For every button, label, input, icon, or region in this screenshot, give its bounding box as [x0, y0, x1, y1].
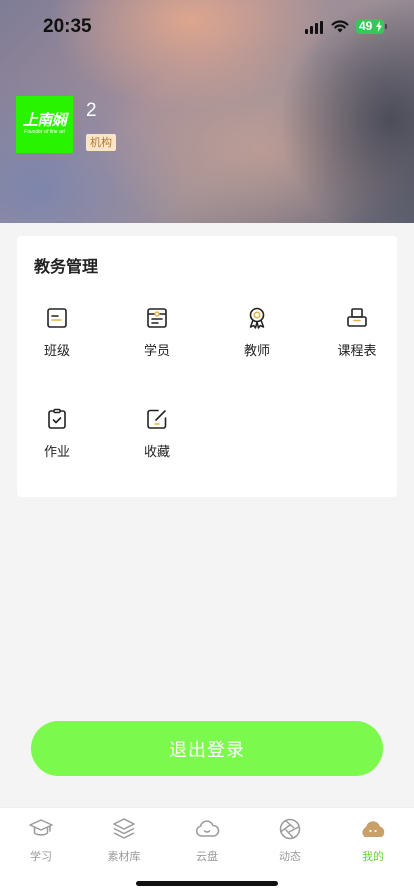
tab-cloud[interactable]: 云盘: [172, 816, 242, 864]
tab-mine[interactable]: 我的: [338, 816, 408, 864]
role-badge: 机构: [86, 134, 116, 151]
battery-indicator: 49: [356, 19, 384, 34]
user-name[interactable]: 2: [86, 100, 97, 122]
menu-item-teacher[interactable]: 教师: [217, 306, 297, 366]
layers-icon: [113, 818, 135, 839]
student-icon: [147, 308, 167, 328]
tab-materials[interactable]: 素材库: [89, 816, 159, 864]
menu-item-student[interactable]: 学员: [117, 306, 197, 366]
logout-button[interactable]: 退出登录: [31, 721, 383, 776]
organization-logo: 上南娴 Founder of fine art: [16, 96, 73, 153]
menu-item-label: 学员: [143, 344, 170, 359]
tab-label: 动态: [279, 850, 301, 863]
battery-tip: [385, 24, 387, 29]
signal-icon: [305, 21, 323, 34]
cloud-icon: [195, 820, 220, 837]
menu-item-label: 教师: [243, 344, 270, 359]
status-bar: 20:35 49: [0, 0, 414, 54]
home-indicator: [136, 881, 278, 886]
menu-item-schedule[interactable]: 课程表: [317, 306, 397, 366]
tab-label: 素材库: [107, 850, 141, 863]
wifi-icon: [331, 20, 349, 33]
tab-study[interactable]: 学习: [6, 816, 76, 864]
battery-level: 49: [359, 19, 373, 33]
card-title: 教务管理: [34, 257, 99, 276]
class-icon: [47, 308, 67, 328]
menu-item-favorite[interactable]: 收藏: [117, 407, 197, 467]
tab-label: 我的: [362, 850, 384, 863]
homework-icon: [48, 408, 66, 429]
menu-item-homework[interactable]: 作业: [17, 407, 97, 467]
menu-item-label: 收藏: [143, 445, 170, 460]
teacher-icon: [249, 307, 265, 329]
academic-management-card: 教务管理 班级 学员 教师 课程表 作业 收藏: [17, 236, 397, 497]
menu-item-label: 班级: [43, 344, 70, 359]
profile-icon: [362, 821, 385, 837]
favorite-icon: [147, 409, 167, 429]
logo-tagline: Founder of fine art: [24, 129, 65, 135]
tab-moments[interactable]: 动态: [255, 816, 325, 864]
menu-item-class[interactable]: 班级: [17, 306, 97, 366]
tab-label: 学习: [30, 850, 52, 863]
menu-item-label: 课程表: [337, 344, 377, 359]
profile-header: 20:35 49 上南娴 Founder of fine art 2 机构: [0, 0, 414, 223]
menu-item-label: 作业: [43, 445, 70, 460]
tab-label: 云盘: [196, 850, 218, 863]
logo-wordmark: 上南娴: [22, 112, 67, 129]
charging-bolt-icon: [376, 21, 382, 32]
schedule-icon: [347, 308, 367, 327]
aperture-icon: [279, 818, 301, 840]
status-time: 20:35: [43, 16, 92, 37]
graduation-cap-icon: [29, 819, 53, 836]
